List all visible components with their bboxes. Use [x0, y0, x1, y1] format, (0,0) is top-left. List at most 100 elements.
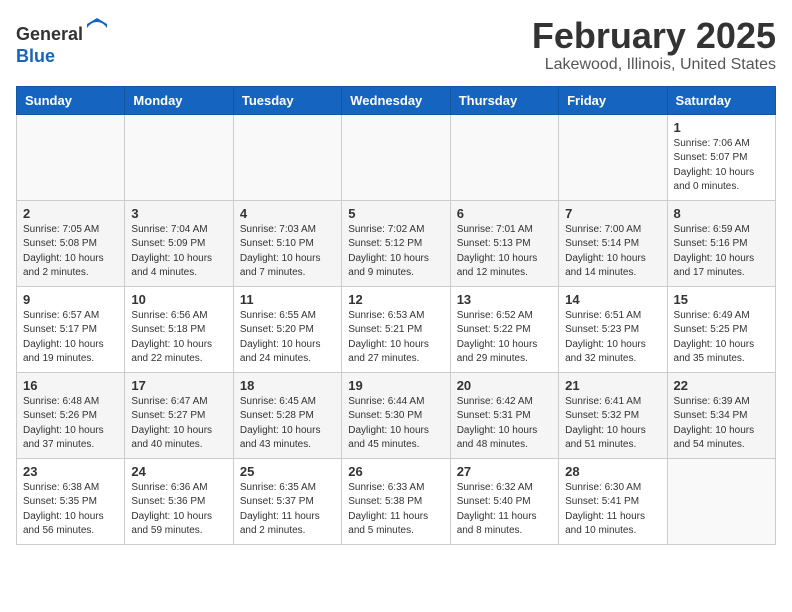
calendar-day-cell: 24Sunrise: 6:36 AMSunset: 5:36 PMDayligh… [125, 458, 233, 544]
day-info: Sunrise: 7:02 AMSunset: 5:12 PMDaylight:… [348, 223, 443, 281]
calendar-day-cell [125, 114, 233, 200]
month-title: February 2025 [532, 16, 776, 56]
day-number: 22 [674, 378, 769, 393]
day-number: 23 [23, 464, 118, 479]
calendar-day-cell: 26Sunrise: 6:33 AMSunset: 5:38 PMDayligh… [342, 458, 450, 544]
day-number: 1 [674, 120, 769, 135]
calendar-day-cell: 11 Sunrise: 6:55 AMSunset: 5:20 PMDayligh… [233, 286, 341, 372]
calendar-day-cell: 15Sunrise: 6:49 AMSunset: 5:25 PMDayligh… [667, 286, 775, 372]
day-number: 7 [565, 206, 660, 221]
day-info: Sunrise: 6:39 AMSunset: 5:34 PMDaylight:… [674, 395, 769, 453]
day-info: Sunrise: 6:42 AMSunset: 5:31 PMDaylight:… [457, 395, 552, 453]
calendar-day-cell: 21 Sunrise: 6:41 AMSunset: 5:32 PMDayligh… [559, 372, 667, 458]
calendar-day-cell: 14 Sunrise: 6:51 AMSunset: 5:23 PMDayligh… [559, 286, 667, 372]
calendar-day-cell: 9 Sunrise: 6:57 AMSunset: 5:17 PMDaylight… [17, 286, 125, 372]
day-number: 21 [565, 378, 660, 393]
day-number: 26 [348, 464, 443, 479]
calendar-week-row: 1 Sunrise: 7:06 AMSunset: 5:07 PMDaylight… [17, 114, 776, 200]
day-info: Sunrise: 7:01 AMSunset: 5:13 PMDaylight:… [457, 223, 552, 281]
weekday-header-wednesday: Wednesday [342, 86, 450, 114]
logo: General Blue [16, 16, 109, 67]
weekday-header-sunday: Sunday [17, 86, 125, 114]
calendar-day-cell: 7 Sunrise: 7:00 AMSunset: 5:14 PMDaylight… [559, 200, 667, 286]
day-number: 6 [457, 206, 552, 221]
day-info: Sunrise: 6:51 AMSunset: 5:23 PMDaylight:… [565, 309, 660, 367]
location-title: Lakewood, Illinois, United States [532, 56, 776, 74]
day-info: Sunrise: 6:49 AMSunset: 5:25 PMDaylight:… [674, 309, 769, 367]
day-number: 8 [674, 206, 769, 221]
calendar-day-cell: 12Sunrise: 6:53 AMSunset: 5:21 PMDayligh… [342, 286, 450, 372]
calendar-day-cell: 3 Sunrise: 7:04 AMSunset: 5:09 PMDaylight… [125, 200, 233, 286]
weekday-header-monday: Monday [125, 86, 233, 114]
day-number: 9 [23, 292, 118, 307]
day-number: 19 [348, 378, 443, 393]
weekday-header-thursday: Thursday [450, 86, 558, 114]
weekday-header-saturday: Saturday [667, 86, 775, 114]
day-info: Sunrise: 7:03 AMSunset: 5:10 PMDaylight:… [240, 223, 335, 281]
day-number: 4 [240, 206, 335, 221]
weekday-header-tuesday: Tuesday [233, 86, 341, 114]
day-info: Sunrise: 7:05 AMSunset: 5:08 PMDaylight:… [23, 223, 118, 281]
day-info: Sunrise: 6:44 AMSunset: 5:30 PMDaylight:… [348, 395, 443, 453]
calendar-table: SundayMondayTuesdayWednesdayThursdayFrid… [16, 86, 776, 545]
calendar-day-cell [17, 114, 125, 200]
day-info: Sunrise: 7:04 AMSunset: 5:09 PMDaylight:… [131, 223, 226, 281]
day-info: Sunrise: 6:36 AMSunset: 5:36 PMDaylight:… [131, 481, 226, 539]
day-number: 13 [457, 292, 552, 307]
day-info: Sunrise: 6:48 AMSunset: 5:26 PMDaylight:… [23, 395, 118, 453]
title-block: February 2025 Lakewood, Illinois, United… [532, 16, 776, 74]
calendar-day-cell [559, 114, 667, 200]
calendar-day-cell: 23 Sunrise: 6:38 AMSunset: 5:35 PMDayligh… [17, 458, 125, 544]
calendar-week-row: 23 Sunrise: 6:38 AMSunset: 5:35 PMDayligh… [17, 458, 776, 544]
day-number: 11 [240, 292, 335, 307]
calendar-day-cell [667, 458, 775, 544]
day-number: 28 [565, 464, 660, 479]
day-info: Sunrise: 6:38 AMSunset: 5:35 PMDaylight:… [23, 481, 118, 539]
calendar-day-cell: 17 Sunrise: 6:47 AMSunset: 5:27 PMDayligh… [125, 372, 233, 458]
day-info: Sunrise: 6:53 AMSunset: 5:21 PMDaylight:… [348, 309, 443, 367]
day-number: 10 [131, 292, 226, 307]
calendar-day-cell [233, 114, 341, 200]
calendar-week-row: 16 Sunrise: 6:48 AMSunset: 5:26 PMDayligh… [17, 372, 776, 458]
day-info: Sunrise: 6:57 AMSunset: 5:17 PMDaylight:… [23, 309, 118, 367]
calendar-day-cell: 27Sunrise: 6:32 AMSunset: 5:40 PMDayligh… [450, 458, 558, 544]
calendar-week-row: 9 Sunrise: 6:57 AMSunset: 5:17 PMDaylight… [17, 286, 776, 372]
calendar-day-cell: 13 Sunrise: 6:52 AMSunset: 5:22 PMDayligh… [450, 286, 558, 372]
day-number: 18 [240, 378, 335, 393]
day-info: Sunrise: 6:55 AMSunset: 5:20 PMDaylight:… [240, 309, 335, 367]
calendar-day-cell: 28 Sunrise: 6:30 AMSunset: 5:41 PMDayligh… [559, 458, 667, 544]
calendar-day-cell: 25 Sunrise: 6:35 AMSunset: 5:37 PMDayligh… [233, 458, 341, 544]
day-info: Sunrise: 6:59 AMSunset: 5:16 PMDaylight:… [674, 223, 769, 281]
logo-general: General [16, 24, 83, 44]
weekday-header-row: SundayMondayTuesdayWednesdayThursdayFrid… [17, 86, 776, 114]
calendar-day-cell: 4 Sunrise: 7:03 AMSunset: 5:10 PMDaylight… [233, 200, 341, 286]
calendar-day-cell: 18 Sunrise: 6:45 AMSunset: 5:28 PMDayligh… [233, 372, 341, 458]
calendar-week-row: 2Sunrise: 7:05 AMSunset: 5:08 PMDaylight… [17, 200, 776, 286]
weekday-header-friday: Friday [559, 86, 667, 114]
day-info: Sunrise: 6:52 AMSunset: 5:22 PMDaylight:… [457, 309, 552, 367]
day-info: Sunrise: 6:41 AMSunset: 5:32 PMDaylight:… [565, 395, 660, 453]
day-info: Sunrise: 7:00 AMSunset: 5:14 PMDaylight:… [565, 223, 660, 281]
calendar-day-cell: 6 Sunrise: 7:01 AMSunset: 5:13 PMDaylight… [450, 200, 558, 286]
day-number: 14 [565, 292, 660, 307]
logo-icon [85, 16, 109, 40]
calendar-day-cell [450, 114, 558, 200]
calendar-day-cell: 10Sunrise: 6:56 AMSunset: 5:18 PMDayligh… [125, 286, 233, 372]
day-number: 16 [23, 378, 118, 393]
day-info: Sunrise: 6:45 AMSunset: 5:28 PMDaylight:… [240, 395, 335, 453]
calendar-day-cell: 2Sunrise: 7:05 AMSunset: 5:08 PMDaylight… [17, 200, 125, 286]
day-info: Sunrise: 6:35 AMSunset: 5:37 PMDaylight:… [240, 481, 335, 539]
day-number: 17 [131, 378, 226, 393]
calendar-day-cell: 19 Sunrise: 6:44 AMSunset: 5:30 PMDayligh… [342, 372, 450, 458]
calendar-day-cell: 22 Sunrise: 6:39 AMSunset: 5:34 PMDayligh… [667, 372, 775, 458]
day-number: 3 [131, 206, 226, 221]
day-info: Sunrise: 6:30 AMSunset: 5:41 PMDaylight:… [565, 481, 660, 539]
calendar-day-cell: 5Sunrise: 7:02 AMSunset: 5:12 PMDaylight… [342, 200, 450, 286]
day-info: Sunrise: 7:06 AMSunset: 5:07 PMDaylight:… [674, 137, 769, 195]
day-info: Sunrise: 6:47 AMSunset: 5:27 PMDaylight:… [131, 395, 226, 453]
calendar-day-cell [342, 114, 450, 200]
logo-blue: Blue [16, 46, 55, 66]
calendar-day-cell: 8 Sunrise: 6:59 AMSunset: 5:16 PMDaylight… [667, 200, 775, 286]
day-number: 27 [457, 464, 552, 479]
day-number: 25 [240, 464, 335, 479]
